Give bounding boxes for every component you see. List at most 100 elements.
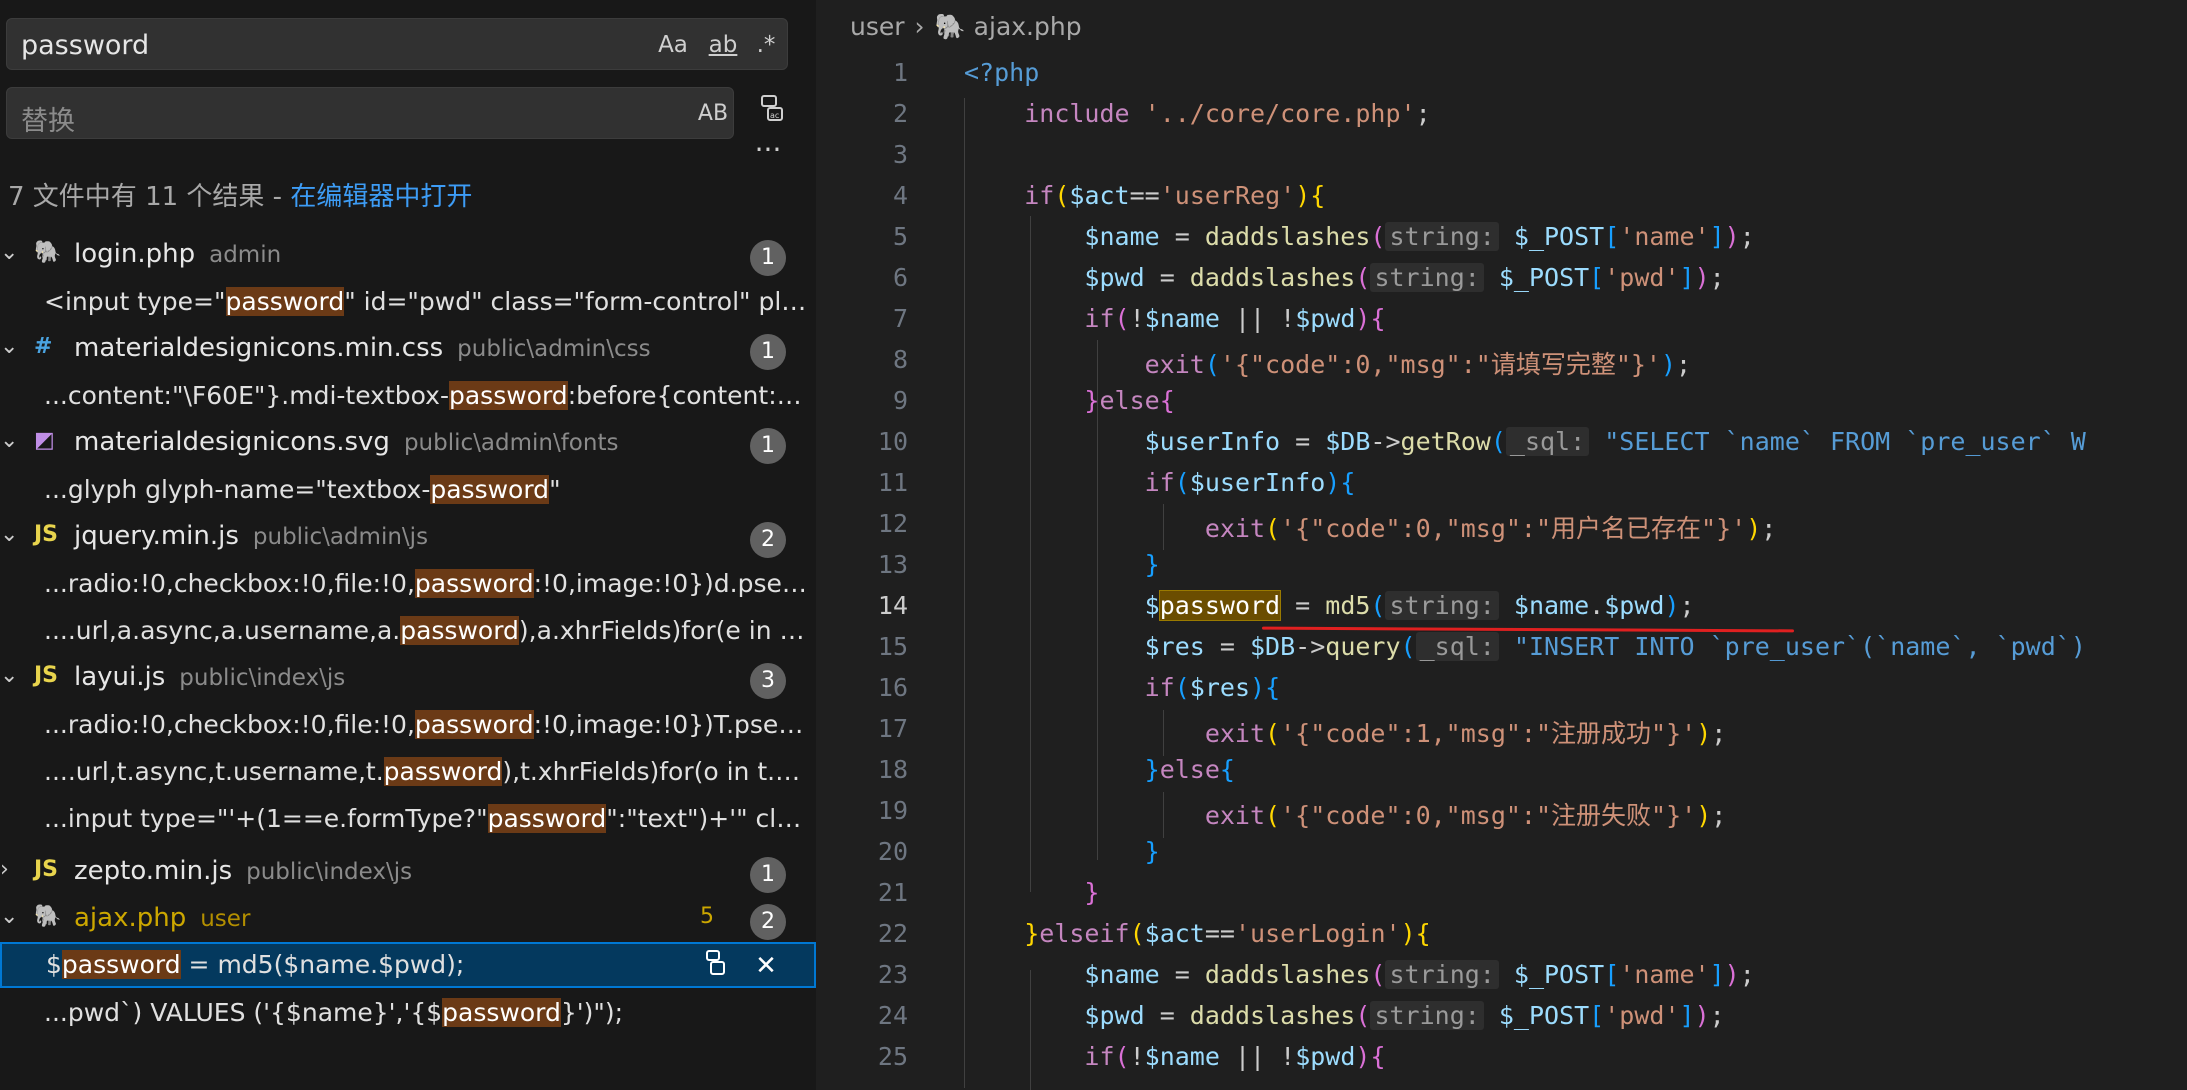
match-text-after: :before{content:"\F... xyxy=(567,381,810,410)
line-number: 25 xyxy=(877,1042,908,1071)
result-file-materialdesignicons-css[interactable]: ⌄ # materialdesignicons.min.css public\ad… xyxy=(0,326,816,372)
line-number: 10 xyxy=(877,427,908,456)
more-actions-button[interactable]: ··· xyxy=(750,136,786,176)
match-case-toggle[interactable]: Aa xyxy=(655,29,691,61)
code-line[interactable]: 21 } xyxy=(816,872,2187,913)
code-line[interactable]: 10 $userInfo = $DB->getRow(_sql: "SELECT… xyxy=(816,421,2187,462)
result-file-layui-js[interactable]: ⌄ JS layui.js public\index\js 3 xyxy=(0,655,816,701)
code-line[interactable]: 16 if($res){ xyxy=(816,667,2187,708)
code-line[interactable]: 20 } xyxy=(816,831,2187,872)
search-match[interactable]: ...pwd`) VALUES ('{$name}','{$password}'… xyxy=(0,990,816,1036)
line-number: 3 xyxy=(892,140,908,169)
code-line[interactable]: 18 }else{ xyxy=(816,749,2187,790)
line-number: 9 xyxy=(892,386,908,415)
js-icon: JS xyxy=(34,663,59,688)
match-highlight: password xyxy=(442,998,561,1027)
breadcrumb-folder[interactable]: user xyxy=(850,12,905,41)
code-line[interactable]: 25 if(!$name || !$pwd){ xyxy=(816,1036,2187,1077)
chevron-down-icon[interactable]: ⌄ xyxy=(0,522,18,547)
code-line[interactable]: 3 xyxy=(816,134,2187,175)
code-text: exit('{"code":0,"msg":"注册失败"}'); xyxy=(1204,801,1727,830)
result-file-jquery-min-js[interactable]: ⌄ JS jquery.min.js public\admin\js 2 xyxy=(0,514,816,560)
code-text: <?php xyxy=(964,58,1040,87)
code-text: }else{ xyxy=(1144,755,1235,784)
breadcrumb-file[interactable]: ajax.php xyxy=(974,12,1082,41)
match-highlight: password xyxy=(225,287,345,316)
replace-icon xyxy=(706,950,725,975)
code-line[interactable]: 8 exit('{"code":0,"msg":"请填写完整"}'); xyxy=(816,339,2187,380)
preserve-case-toggle[interactable]: AB xyxy=(695,98,731,130)
replace-placeholder[interactable]: 替换 xyxy=(21,99,75,138)
code-text: } xyxy=(1084,878,1100,907)
search-match[interactable]: <input type="password" id="pwd" class="f… xyxy=(0,279,816,325)
dismiss-match-button[interactable]: ✕ xyxy=(748,948,784,984)
code-line[interactable]: 9 }else{ xyxy=(816,380,2187,421)
file-name: zepto.min.js xyxy=(74,856,233,886)
search-match[interactable]: ...input type="'+(1==e.formType?"passwor… xyxy=(0,796,816,842)
code-line[interactable]: 1 <?php xyxy=(816,52,2187,93)
search-match[interactable]: ...glyph glyph-name="textbox-password" xyxy=(0,467,816,513)
match-highlight: password xyxy=(487,804,607,833)
open-in-editor-link[interactable]: 在编辑器中打开 xyxy=(290,182,472,212)
code-line[interactable]: 17 exit('{"code":1,"msg":"注册成功"}'); xyxy=(816,708,2187,749)
line-number: 17 xyxy=(877,714,908,743)
replace-match-button[interactable] xyxy=(698,948,734,984)
search-input[interactable]: password Aa ab .* xyxy=(6,18,788,70)
code-line[interactable]: 13 } xyxy=(816,544,2187,585)
result-file-ajax-php[interactable]: ⌄ 🐘 ajax.php user 5 2 xyxy=(0,896,816,942)
line-number: 14 xyxy=(877,591,908,620)
replace-all-icon: ac xyxy=(761,95,783,121)
code-editor[interactable]: user › 🐘 ajax.php 1 <?php 2 include '../core… xyxy=(816,0,2187,1090)
elephant-icon: 🐘 xyxy=(34,240,62,265)
js-icon: JS xyxy=(34,522,59,547)
match-whole-word-toggle[interactable]: ab xyxy=(703,29,743,61)
regex-toggle[interactable]: .* xyxy=(749,29,783,61)
search-match[interactable]: ...radio:!0,checkbox:!0,file:!0,password… xyxy=(0,561,816,607)
chevron-down-icon[interactable]: ⌄ xyxy=(0,428,18,453)
search-match[interactable]: ...radio:!0,checkbox:!0,file:!0,password… xyxy=(0,702,816,748)
search-match[interactable]: ....url,t.async,t.username,t.password),t… xyxy=(0,749,816,795)
code-text: }elseif($act=='userLogin'){ xyxy=(1024,919,1431,948)
line-number: 6 xyxy=(892,263,908,292)
match-highlight: password xyxy=(400,616,519,645)
code-line[interactable]: 19 exit('{"code":0,"msg":"注册失败"}'); xyxy=(816,790,2187,831)
search-match-active[interactable]: $password = md5($name.$pwd); ✕ xyxy=(0,942,816,988)
result-file-zepto-min-js[interactable]: › JS zepto.min.js public\index\js 1 xyxy=(0,849,816,895)
match-text-after: :!0,image:!0})T.pseudos... xyxy=(533,710,810,739)
search-match[interactable]: ....url,a.async,a.username,a.password),a… xyxy=(0,608,816,654)
code-line[interactable]: 24 $pwd = daddslashes(string: $_POST['pw… xyxy=(816,995,2187,1036)
chevron-down-icon[interactable]: ⌄ xyxy=(0,904,18,929)
code-line[interactable]: 6 $pwd = daddslashes(string: $_POST['pwd… xyxy=(816,257,2187,298)
match-text-after: :!0,image:!0})d.pseudos... xyxy=(533,569,810,598)
match-count-badge: 1 xyxy=(750,240,786,276)
match-count-badge: 2 xyxy=(750,522,786,558)
js-icon: JS xyxy=(34,857,59,882)
match-highlight: password xyxy=(61,950,181,979)
chevron-down-icon[interactable]: ⌄ xyxy=(0,663,18,688)
code-text: exit('{"code":0,"msg":"用户名已存在"}'); xyxy=(1204,514,1777,543)
code-line[interactable]: 23 $name = daddslashes(string: $_POST['n… xyxy=(816,954,2187,995)
replace-input[interactable]: 替换 AB xyxy=(6,87,734,139)
chevron-right-icon[interactable]: › xyxy=(0,857,16,882)
code-line[interactable]: 4 if($act=='userReg'){ xyxy=(816,175,2187,216)
code-line[interactable]: 5 $name = daddslashes(string: $_POST['na… xyxy=(816,216,2187,257)
code-line[interactable]: 11 if($userInfo){ xyxy=(816,462,2187,503)
code-line-active[interactable]: 14 $password = md5(string: $name.$pwd); xyxy=(816,585,2187,626)
code-line[interactable]: 2 include '../core/core.php'; xyxy=(816,93,2187,134)
result-file-materialdesignicons-svg[interactable]: ⌄ ◩ materialdesignicons.svg public\admin\… xyxy=(0,420,816,466)
result-file-login-php[interactable]: ⌄ 🐘 login.php admin 1 xyxy=(0,232,816,278)
search-query[interactable]: password xyxy=(21,30,149,61)
line-number: 18 xyxy=(877,755,908,784)
search-match[interactable]: ...content:"\F60E"}.mdi-textbox-password… xyxy=(0,373,816,419)
chevron-down-icon[interactable]: ⌄ xyxy=(0,240,18,265)
replace-all-button[interactable]: ac xyxy=(752,92,792,132)
chevron-down-icon[interactable]: ⌄ xyxy=(0,334,18,359)
code-line[interactable]: 7 if(!$name || !$pwd){ xyxy=(816,298,2187,339)
code-line[interactable]: 22 }elseif($act=='userLogin'){ xyxy=(816,913,2187,954)
code-text: }else{ xyxy=(1084,386,1175,415)
code-line[interactable]: 15 $res = $DB->query(_sql: "INSERT INTO … xyxy=(816,626,2187,667)
code-line[interactable]: 12 exit('{"code":0,"msg":"用户名已存在"}'); xyxy=(816,503,2187,544)
line-number: 23 xyxy=(877,960,908,989)
code-text: $pwd = daddslashes(string: $_POST['pwd']… xyxy=(1084,1001,1725,1030)
match-count-badge: 1 xyxy=(750,334,786,370)
